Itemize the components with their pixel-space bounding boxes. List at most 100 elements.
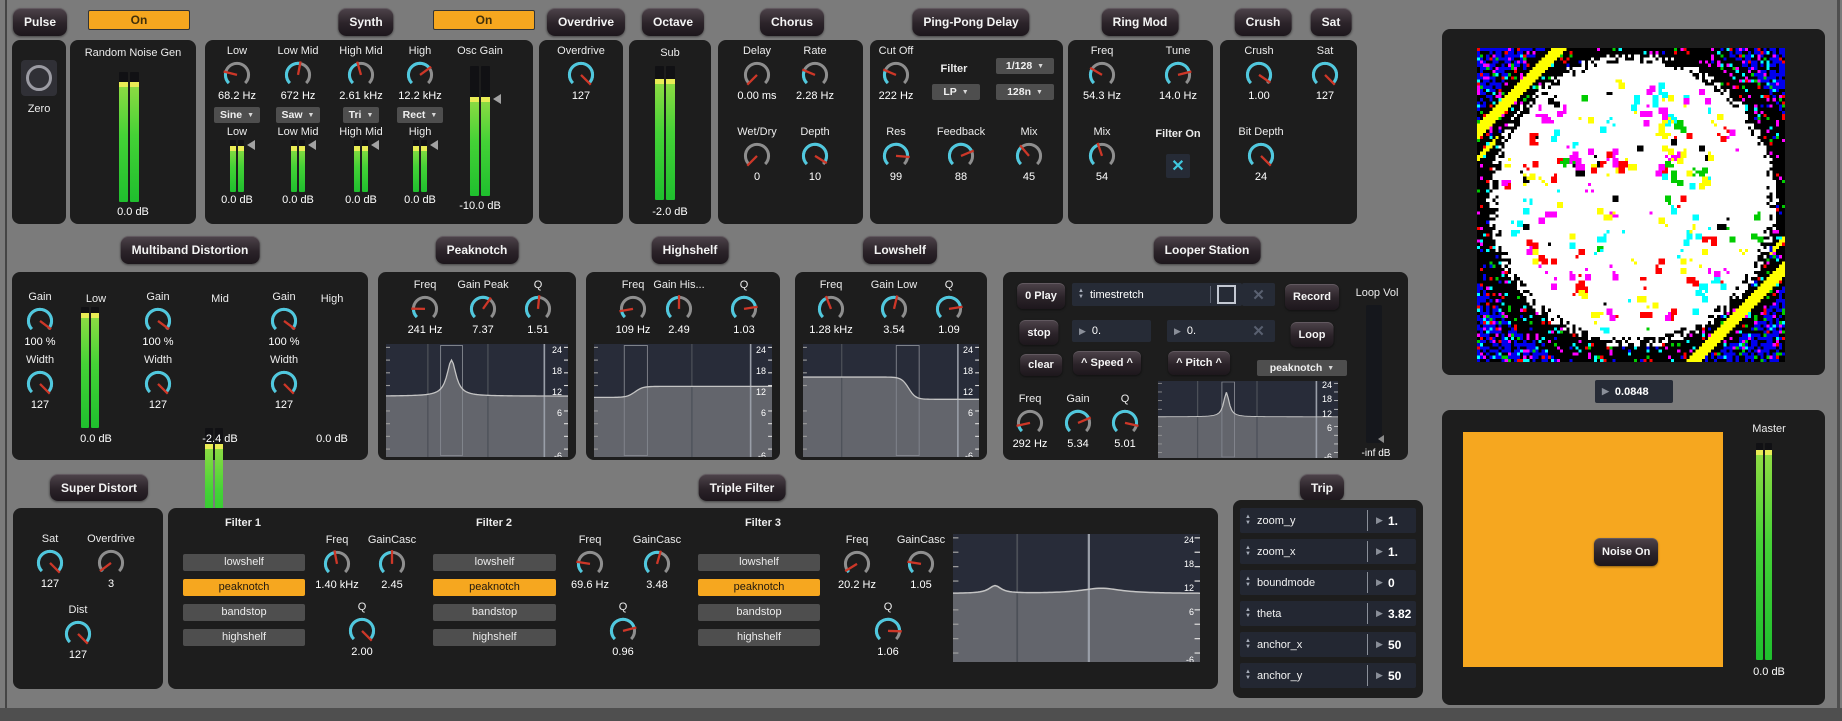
checkbox[interactable] <box>1217 285 1236 304</box>
param-value[interactable]: 50 <box>1388 669 1401 683</box>
filter-type-option-highshelf[interactable]: highshelf <box>698 629 820 646</box>
knob-width[interactable] <box>142 367 174 399</box>
param-spinner-icon[interactable]: ▲▼ <box>1245 639 1251 650</box>
knob-high[interactable] <box>404 58 436 90</box>
eq-response-graph[interactable]: 2418126-6-12-18-24 <box>803 344 979 457</box>
knob-high-mid[interactable] <box>345 58 377 90</box>
knob-freq[interactable] <box>841 547 873 579</box>
filter-type-option-highshelf[interactable]: highshelf <box>433 629 556 646</box>
knob-q[interactable] <box>607 614 639 646</box>
x-toggle[interactable]: ✕ <box>1242 283 1275 306</box>
wave-select[interactable]: Rect▼ <box>397 107 444 123</box>
knob-gain[interactable] <box>268 304 300 336</box>
trip-title-button[interactable]: Trip <box>1300 474 1344 501</box>
knob-crush[interactable] <box>1243 58 1275 90</box>
knob-freq[interactable] <box>574 547 606 579</box>
pitch-mode-button[interactable]: ^ Pitch ^ <box>1168 351 1230 375</box>
knob-gain-low[interactable] <box>878 292 910 324</box>
triple-filter-title-button[interactable]: Triple Filter <box>699 474 786 501</box>
knob-q[interactable] <box>872 614 904 646</box>
knob-gain-peak[interactable] <box>467 292 499 324</box>
loop-vol-slider[interactable] <box>1366 305 1382 443</box>
eq-response-graph[interactable]: 2418126-6-12-18-24 <box>386 344 568 457</box>
knob-freq[interactable] <box>815 292 847 324</box>
knob-overdrive[interactable] <box>95 546 127 578</box>
clear-button[interactable]: clear <box>1020 354 1062 376</box>
knob-gaincasc[interactable] <box>376 547 408 579</box>
filter-type-option-peaknotch[interactable]: peaknotch <box>183 579 305 596</box>
filter-type-option-lowshelf[interactable]: lowshelf <box>183 554 305 571</box>
meter-slider-handle[interactable] <box>247 140 255 150</box>
knob-rate[interactable] <box>799 58 831 90</box>
knob-q[interactable] <box>346 614 378 646</box>
knob-gain-his[interactable] <box>663 292 695 324</box>
knob-width[interactable] <box>268 367 300 399</box>
knob-feedback[interactable] <box>945 139 977 171</box>
stop-button[interactable]: stop <box>1019 320 1058 345</box>
knob-depth[interactable] <box>799 139 831 171</box>
synth-toggle-button[interactable]: Synth <box>338 8 393 36</box>
filter-type-option-peaknotch[interactable]: peaknotch <box>433 579 556 596</box>
speed-mode-button[interactable]: ^ Speed ^ <box>1073 351 1141 375</box>
knob-width[interactable] <box>24 367 56 399</box>
param-value[interactable]: 3.82 <box>1388 607 1411 621</box>
highshelf-title-button[interactable]: Highshelf <box>652 236 729 264</box>
speed-numbox[interactable]: ▶0. <box>1072 320 1151 342</box>
knob-gaincasc[interactable] <box>641 547 673 579</box>
param-value[interactable]: 0 <box>1388 576 1395 590</box>
knob-mix[interactable] <box>1086 139 1118 171</box>
param-spinner-icon[interactable]: ▲▼ <box>1245 577 1251 588</box>
pingpong-toggle-button[interactable]: Ping-Pong Delay <box>912 8 1029 36</box>
knob-tune[interactable] <box>1162 58 1194 90</box>
knob-freq[interactable] <box>1014 406 1046 438</box>
pitch-numbox[interactable]: ▶0. <box>1167 320 1246 342</box>
overdrive-toggle-button[interactable]: Overdrive <box>547 8 625 36</box>
filter-on-toggle[interactable]: ✕ <box>1166 154 1190 178</box>
noise-on-button[interactable]: Noise On <box>1594 538 1658 566</box>
octave-toggle-button[interactable]: Octave <box>642 8 704 36</box>
looper-title-button[interactable]: Looper Station <box>1154 236 1261 264</box>
filter-response-curve[interactable] <box>594 344 772 457</box>
noise-pad[interactable] <box>1463 432 1723 667</box>
wave-select[interactable]: Sine▼ <box>214 107 260 123</box>
knob-freq[interactable] <box>1086 58 1118 90</box>
filter-type-option-bandstop[interactable]: bandstop <box>183 604 305 621</box>
loop-play-button[interactable]: 0 Play <box>1017 283 1065 309</box>
knob-gain[interactable] <box>24 304 56 336</box>
param-value[interactable]: 1. <box>1388 545 1398 559</box>
filter-type-option-lowshelf[interactable]: lowshelf <box>433 554 556 571</box>
viz-value-numbox[interactable]: ▶0.0848 <box>1595 380 1673 403</box>
filter-type-option-peaknotch[interactable]: peaknotch <box>698 579 820 596</box>
pulse-toggle-button[interactable]: Pulse <box>13 8 67 36</box>
knob-dist[interactable] <box>62 617 94 649</box>
param-value[interactable]: 50 <box>1388 638 1401 652</box>
synth-on-toggle[interactable]: On <box>433 10 535 30</box>
filter-type-option-bandstop[interactable]: bandstop <box>433 604 556 621</box>
knob-low-mid[interactable] <box>282 58 314 90</box>
meter-slider-handle[interactable] <box>308 140 316 150</box>
knob-freq[interactable] <box>409 292 441 324</box>
pulse-on-toggle[interactable]: On <box>88 10 190 30</box>
loop-button[interactable]: Loop <box>1291 322 1334 347</box>
filter-type-option-bandstop[interactable]: bandstop <box>698 604 820 621</box>
division-select[interactable]: 1/128▼ <box>996 58 1054 74</box>
wave-select[interactable]: Saw▼ <box>276 107 321 123</box>
meter-slider-handle[interactable] <box>430 140 438 150</box>
loop-filter-graph[interactable]: 2418126-6-12-18-24 <box>1158 381 1338 458</box>
param-spinner-icon[interactable]: ▲▼ <box>1245 670 1251 681</box>
loop-mode-select[interactable]: ▲▼ timestretch <box>1072 283 1242 306</box>
knob-overdrive[interactable] <box>565 58 597 90</box>
filter-response-curve[interactable] <box>953 534 1200 662</box>
knob-q[interactable] <box>522 292 554 324</box>
knob-wet-dry[interactable] <box>741 139 773 171</box>
knob-q[interactable] <box>933 292 965 324</box>
knob-bit-depth[interactable] <box>1245 139 1277 171</box>
sat-toggle-button[interactable]: Sat <box>1311 8 1352 36</box>
knob-q[interactable] <box>1109 406 1141 438</box>
filter-response-curve[interactable] <box>1158 381 1338 458</box>
crush-toggle-button[interactable]: Crush <box>1235 8 1292 36</box>
chorus-toggle-button[interactable]: Chorus <box>760 8 824 36</box>
loop-vol-handle[interactable] <box>1378 435 1384 443</box>
loop-filter-type-select[interactable]: peaknotch▼ <box>1257 360 1347 376</box>
record-button[interactable]: Record <box>1285 284 1339 310</box>
